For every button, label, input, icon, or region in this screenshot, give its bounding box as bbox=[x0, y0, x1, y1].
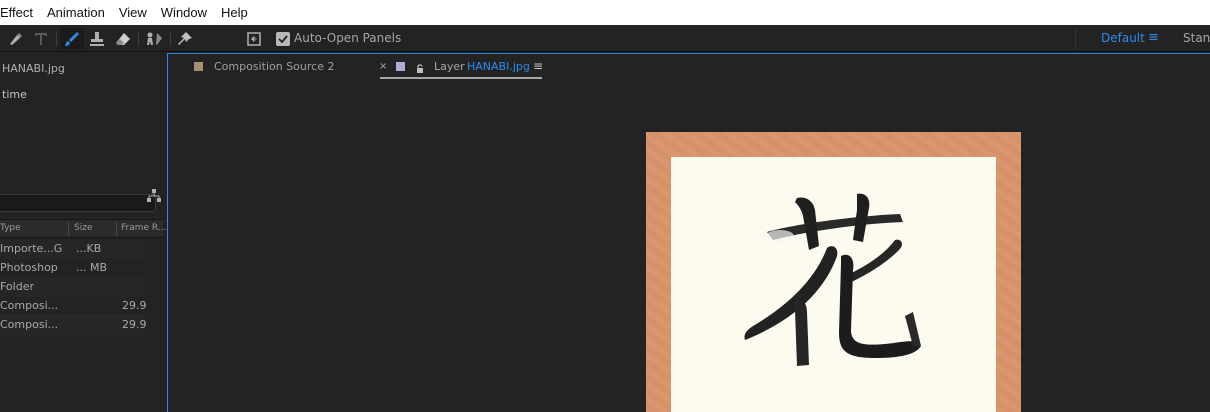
menu-effect[interactable]: Effect bbox=[0, 5, 40, 20]
clone-stamp-icon[interactable] bbox=[86, 28, 108, 49]
active-tab-indicator bbox=[380, 77, 542, 79]
project-panel: HANABI.jpg time Type Size Frame R... Imp… bbox=[0, 53, 166, 412]
type-icon[interactable] bbox=[30, 28, 52, 49]
table-row[interactable]: Folder bbox=[0, 278, 145, 297]
workspace-standard[interactable]: Stand bbox=[1183, 31, 1210, 45]
column-type[interactable]: Type bbox=[0, 223, 21, 233]
column-size[interactable]: Size bbox=[74, 223, 92, 233]
menu-help[interactable]: Help bbox=[214, 5, 255, 20]
tab-layer-label[interactable]: Layer bbox=[434, 60, 465, 73]
table-row[interactable]: Composi... 29.9 bbox=[0, 297, 147, 316]
auto-open-panels-label: Auto-Open Panels bbox=[294, 31, 402, 45]
puppet-pin-icon[interactable] bbox=[174, 28, 196, 49]
workspace-menu-icon[interactable]: ≡ bbox=[1148, 30, 1159, 45]
eraser-icon[interactable] bbox=[112, 28, 134, 49]
auto-open-panels-checkbox[interactable] bbox=[276, 32, 290, 46]
menu-view[interactable]: View bbox=[112, 5, 154, 20]
roto-brush-icon[interactable] bbox=[142, 28, 166, 49]
table-row[interactable]: Composi... 29.9 bbox=[0, 316, 147, 335]
pen-icon[interactable] bbox=[4, 28, 26, 49]
table-row[interactable]: Photoshop ... MB bbox=[0, 259, 145, 278]
calligraphy-image bbox=[744, 193, 921, 366]
project-column-header: Type Size Frame R... bbox=[0, 219, 166, 238]
tab-layer-color-swatch bbox=[396, 62, 405, 71]
project-info-line: time bbox=[2, 88, 27, 101]
menu-window[interactable]: Window bbox=[154, 5, 214, 20]
menu-bar: Effect Animation View Window Help bbox=[0, 0, 1210, 25]
close-icon[interactable]: × bbox=[379, 61, 387, 72]
project-search-input[interactable] bbox=[0, 194, 156, 212]
workspace-default[interactable]: Default bbox=[1101, 31, 1145, 45]
lock-icon[interactable] bbox=[416, 62, 424, 76]
project-selected-name: HANABI.jpg bbox=[2, 62, 65, 75]
table-row[interactable]: Importe...G ...KB bbox=[0, 240, 145, 259]
snap-icon[interactable] bbox=[244, 28, 264, 49]
panel-menu-icon[interactable]: ≡ bbox=[533, 59, 543, 73]
flowchart-icon[interactable] bbox=[147, 189, 161, 206]
tab-layer-file-dropdown[interactable]: HANABI.jpg bbox=[467, 60, 530, 73]
menu-animation[interactable]: Animation bbox=[40, 5, 112, 20]
tools-toolbar bbox=[0, 25, 1210, 52]
tab-composition-source-2[interactable]: Composition Source 2 bbox=[214, 60, 334, 73]
column-frame-rate[interactable]: Frame R... bbox=[121, 223, 166, 233]
tab-composition-color-swatch bbox=[194, 62, 203, 71]
brush-icon[interactable] bbox=[60, 28, 84, 49]
